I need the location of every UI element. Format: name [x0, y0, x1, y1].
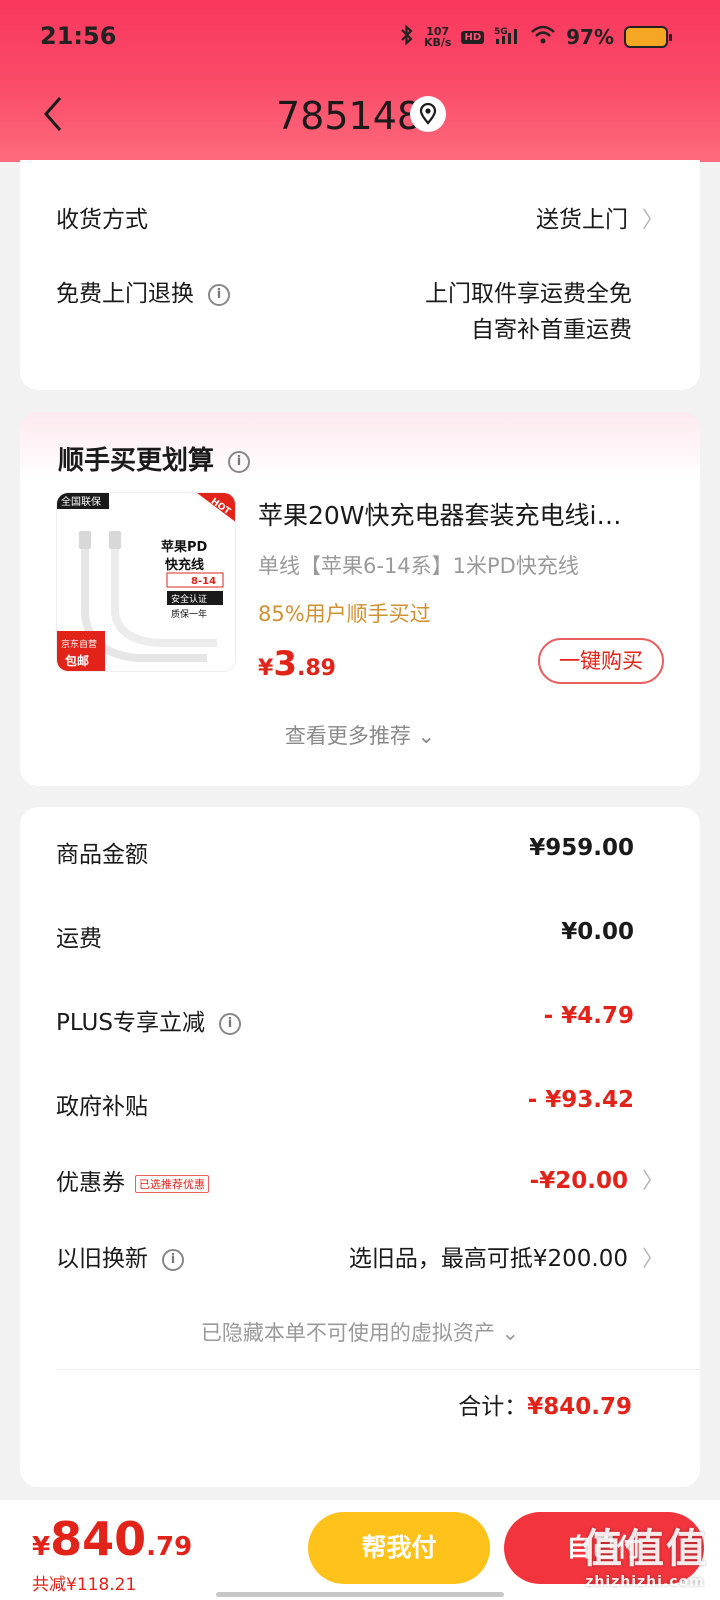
delivery-method-label: 收货方式 [56, 207, 148, 233]
goods-amount-label: 商品金额 [56, 842, 148, 868]
status-bar: 21:56 107 KB/s HD 5G 97% [0, 0, 720, 70]
divider [56, 1369, 700, 1370]
chevron-right-icon: 〉 [641, 1169, 664, 1194]
checkout-price: ¥840.79 [32, 1512, 193, 1566]
chevron-left-icon [44, 97, 62, 131]
info-icon[interactable]: i [208, 283, 230, 306]
goods-amount-value: ¥959.00 [529, 835, 634, 861]
plus-discount-label: PLUS专享立减 [56, 1010, 205, 1036]
goods-amount-row: 商品金额 ¥959.00 [56, 835, 664, 869]
total-value: ¥840.79 [527, 1394, 632, 1420]
saved-amount: 共减¥118.21 [32, 1575, 137, 1595]
recommend-title: 顺手买更划算 i [58, 440, 251, 477]
shipping-value: ¥0.00 [561, 919, 634, 945]
chevron-right-icon: 〉 [641, 1247, 664, 1272]
order-total: 合计：¥840.79 [458, 1387, 632, 1421]
product-image-freeship: 包邮 [64, 653, 89, 668]
subsidy-label: 政府补贴 [56, 1094, 148, 1120]
home-indicator[interactable] [216, 1592, 504, 1597]
wifi-icon [530, 25, 556, 49]
product-image-range: 8-14 [191, 576, 216, 587]
total-label: 合计： [458, 1394, 528, 1420]
trade-in-label: 以旧换新 [56, 1246, 148, 1272]
product-spec: 单线【苹果6-14系】1米PD快充线 [258, 554, 579, 578]
product-image[interactable]: 全国联保 HOT 苹果PD 快充线 8-14 安全认证 质保一年 京东自营 包邮 [56, 492, 236, 672]
shipping-label: 运费 [56, 926, 102, 952]
shipping-row: 运费 ¥0.00 [56, 919, 664, 953]
subsidy-row: 政府补贴 - ¥93.42 [56, 1087, 664, 1121]
coupon-label: 优惠券 [56, 1170, 125, 1196]
recommend-card: 顺手买更划算 i 全国联保 HOT 苹果PD 快充线 8-14 安全认证 质保一年… [20, 412, 700, 786]
trade-in-row[interactable]: 以旧换新 i 选旧品，最高可抵¥200.00 〉 [56, 1239, 664, 1273]
coupon-row[interactable]: 优惠券 已选推荐优惠 -¥20.00 〉 [56, 1163, 664, 1197]
plus-discount-row: PLUS专享立减 i - ¥4.79 [56, 1003, 664, 1037]
status-time: 21:56 [40, 22, 117, 50]
free-return-row: 免费上门退换 i 上门取件享运费全免 自寄补首重运费 [56, 274, 664, 343]
help-me-pay-button[interactable]: 帮我付 [308, 1512, 490, 1584]
back-button[interactable] [38, 94, 78, 134]
product-price: ¥3.89 [258, 644, 336, 684]
hd-icon: HD [461, 30, 485, 44]
delivery-method-row[interactable]: 收货方式 送货上门〉 [56, 200, 664, 234]
info-icon[interactable]: i [228, 450, 251, 473]
battery-percent: 97% [566, 25, 614, 49]
free-return-label: 免费上门退换 [56, 281, 194, 307]
product-image-cert: 安全认证 [171, 593, 207, 605]
svg-text:5G: 5G [494, 27, 508, 37]
chevron-right-icon: 〉 [641, 208, 664, 233]
coupon-value: -¥20.00 〉 [530, 1163, 664, 1195]
delivery-method-value: 送货上门〉 [536, 200, 664, 234]
header-background: 21:56 107 KB/s HD 5G 97% 785148 [0, 0, 720, 162]
product-image-title1: 苹果PD [161, 539, 208, 555]
product-name[interactable]: 苹果20W快充电器套装充电线i… [258, 496, 658, 532]
hidden-assets-toggle[interactable]: 已隐藏本单不可使用的虚拟资产 ⌄ [20, 1317, 700, 1347]
more-recommend-link[interactable]: 查看更多推荐 ⌄ [20, 720, 700, 750]
signal-icon: 5G [494, 25, 520, 49]
product-buyers: 85%用户顺手买过 [258, 602, 431, 626]
bluetooth-icon [400, 24, 414, 50]
trade-in-value: 选旧品，最高可抵¥200.00 〉 [349, 1239, 664, 1273]
info-icon[interactable]: i [162, 1248, 184, 1271]
one-click-buy-button[interactable]: 一键购买 [538, 638, 664, 684]
free-return-value: 上门取件享运费全免 自寄补首重运费 [425, 281, 632, 343]
info-icon[interactable]: i [218, 1012, 241, 1035]
product-image-jd: 京东自营 [61, 638, 97, 650]
product-image-title2: 快充线 [165, 557, 204, 573]
battery-icon [624, 26, 672, 48]
network-speed: 107 KB/s [423, 25, 452, 49]
delivery-card: 收货方式 送货上门〉 免费上门退换 i 上门取件享运费全免 自寄补首重运费 [20, 160, 700, 390]
plus-discount-value: - ¥4.79 [543, 1003, 634, 1029]
product-image-warranty: 质保一年 [171, 608, 207, 620]
status-icons: 107 KB/s HD 5G 97% [400, 24, 672, 50]
price-summary-card: 商品金额 ¥959.00 运费 ¥0.00 PLUS专享立减 i - ¥4.79 … [20, 807, 700, 1487]
nav-bar: 785148 [0, 80, 720, 150]
watermark-logo: 值值值 zhizhizhi.com [582, 1526, 708, 1590]
coupon-tag: 已选推荐优惠 [135, 1174, 209, 1193]
page-title[interactable]: 785148 [276, 94, 421, 138]
location-pin-icon[interactable] [410, 96, 446, 132]
subsidy-value: - ¥93.42 [527, 1087, 634, 1113]
product-image-badge: 全国联保 [61, 495, 101, 508]
